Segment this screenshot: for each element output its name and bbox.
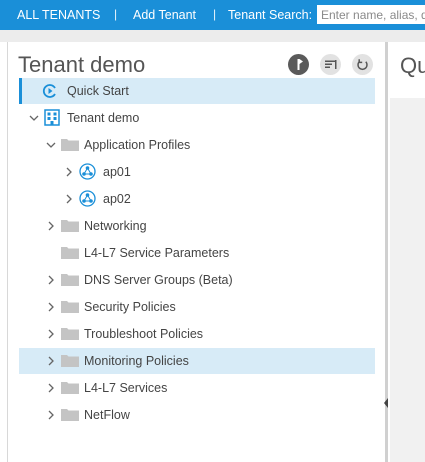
tree-node-ap02[interactable]: ap02: [19, 186, 375, 212]
monitoring-policies-label: Monitoring Policies: [84, 354, 189, 368]
tree-node-dns-server-groups[interactable]: DNS Server Groups (Beta): [19, 267, 375, 293]
tenant-building-icon: [44, 109, 60, 129]
dns-server-groups-label: DNS Server Groups (Beta): [84, 273, 233, 287]
folder-icon: [61, 273, 79, 289]
chevron-right-icon[interactable]: [45, 382, 57, 394]
refresh-button[interactable]: [352, 54, 373, 75]
chevron-right-icon[interactable]: [45, 328, 57, 340]
filter-icon: [325, 60, 337, 69]
app-profile-icon: [79, 190, 96, 210]
tree-node-netflow[interactable]: NetFlow: [19, 402, 375, 428]
l4l7-service-parameters-label: L4-L7 Service Parameters: [84, 246, 230, 260]
work-pane-body: [390, 98, 425, 462]
security-policies-label: Security Policies: [84, 300, 176, 314]
work-pane-title: Qu: [400, 53, 425, 78]
folder-icon: [61, 138, 79, 154]
add-tenant-link[interactable]: Add Tenant: [133, 8, 196, 22]
tree-node-troubleshoot-policies[interactable]: Troubleshoot Policies: [19, 321, 375, 347]
chevron-right-icon[interactable]: [63, 193, 75, 205]
tenant-info-icon: [297, 59, 303, 70]
folder-icon: [61, 246, 79, 262]
ap02-label: ap02: [103, 192, 131, 206]
chevron-right-icon[interactable]: [45, 274, 57, 286]
l4l7-services-label: L4-L7 Services: [84, 381, 168, 395]
troubleshoot-policies-label: Troubleshoot Policies: [84, 327, 204, 341]
chevron-right-icon[interactable]: [45, 301, 57, 313]
folder-icon: [61, 408, 79, 424]
filter-button[interactable]: [320, 54, 341, 75]
ap01-label: ap01: [103, 165, 131, 179]
chevron-right-icon[interactable]: [45, 409, 57, 421]
quick-start-label: Quick Start: [67, 84, 129, 98]
networking-label: Networking: [84, 219, 147, 233]
tree-node-tenant[interactable]: Tenant demo: [19, 105, 375, 131]
chevron-right-icon[interactable]: [45, 220, 57, 232]
all-tenants-link[interactable]: ALL TENANTS: [17, 8, 100, 22]
tree-node-application-profiles[interactable]: Application Profiles: [19, 132, 375, 158]
folder-icon: [61, 219, 79, 235]
header-gap: [0, 30, 425, 42]
chevron-right-icon[interactable]: [45, 355, 57, 367]
page-title: Tenant demo: [18, 52, 146, 77]
tree-node-l4l7-services[interactable]: L4-L7 Services: [19, 375, 375, 401]
refresh-icon: [357, 59, 368, 71]
chevron-right-icon[interactable]: [63, 166, 75, 178]
app-profile-icon: [79, 163, 96, 183]
tree-node-monitoring-policies[interactable]: Monitoring Policies: [19, 348, 375, 374]
tree-node-l4l7-service-parameters[interactable]: L4-L7 Service Parameters: [19, 240, 375, 266]
netflow-label: NetFlow: [84, 408, 130, 422]
tenant-info-button[interactable]: [288, 54, 309, 75]
folder-icon: [61, 300, 79, 316]
tenant-search-input[interactable]: [317, 5, 425, 24]
folder-icon: [61, 327, 79, 343]
chevron-down-icon[interactable]: [28, 112, 40, 124]
work-pane: Qu: [390, 42, 425, 462]
tree-node-security-policies[interactable]: Security Policies: [19, 294, 375, 320]
application-profiles-label: Application Profiles: [84, 138, 191, 152]
top-nav-bar: ALL TENANTS | Add Tenant | Tenant Search…: [0, 0, 425, 30]
tree-node-networking[interactable]: Networking: [19, 213, 375, 239]
quick-start-item[interactable]: Quick Start: [19, 78, 375, 104]
chevron-down-icon[interactable]: [45, 139, 57, 151]
quick-start-icon: [42, 83, 58, 102]
tenant-search-label: Tenant Search:: [228, 8, 313, 22]
nav-separator: |: [213, 7, 217, 21]
folder-icon: [61, 354, 79, 370]
collapse-panel-handle[interactable]: [384, 398, 388, 408]
folder-icon: [61, 381, 79, 397]
tree-node-ap01[interactable]: ap01: [19, 159, 375, 185]
nav-separator: |: [114, 7, 118, 21]
tenant-label: Tenant demo: [67, 111, 140, 125]
